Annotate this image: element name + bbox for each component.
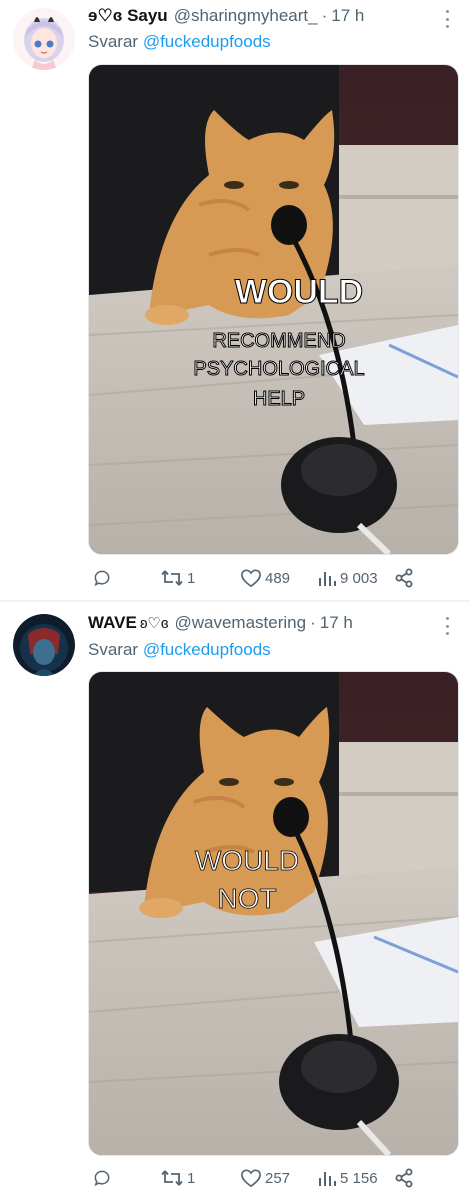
reply-icon (94, 1170, 110, 1187)
display-name[interactable]: ɘ♡ɞ Sayu (88, 6, 168, 26)
reply-prefix: Svarar (88, 32, 139, 51)
reply-prefix: Svarar (88, 640, 139, 659)
tweet-actions: 1 489 9 003 (88, 567, 418, 589)
retweet-button[interactable]: 1 (160, 1167, 195, 1189)
display-name-glyphs: ʚ♡ɞ (139, 615, 169, 632)
reply-mention[interactable]: @fuckedupfoods (143, 640, 271, 659)
views-button[interactable]: 9 003 (317, 567, 378, 589)
separator-dot: · (310, 613, 316, 632)
heart-icon (241, 569, 261, 588)
views-button[interactable]: 5 156 (317, 1167, 378, 1189)
timestamp[interactable]: 17 h (320, 613, 353, 633)
reply-context: Svarar @fuckedupfoods (88, 640, 271, 660)
user-handle[interactable]: @wavemastering (174, 613, 306, 633)
separator-dot: · (321, 6, 328, 25)
retweet-icon (161, 570, 183, 586)
views-icon (319, 1172, 336, 1186)
views-count: 9 003 (340, 569, 378, 587)
avatar[interactable] (13, 8, 75, 70)
reply-mention[interactable]: @fuckedupfoods (143, 32, 271, 51)
reply-button[interactable] (92, 1167, 115, 1189)
like-button[interactable]: 257 (240, 1167, 290, 1189)
meme-text-psychological: PSYCHOLOGICAL (193, 358, 364, 380)
more-icon[interactable] (440, 617, 454, 635)
views-count: 5 156 (340, 1169, 378, 1187)
reply-context: Svarar @fuckedupfoods (88, 32, 271, 52)
retweet-button[interactable]: 1 (160, 567, 195, 589)
share-icon (395, 1168, 413, 1188)
reply-icon (94, 570, 110, 587)
share-icon (395, 568, 413, 588)
meme-text-help: HELP (253, 388, 305, 410)
views-icon (319, 572, 336, 586)
meme-text-would: WOULD (195, 845, 299, 876)
tweet-media-image[interactable]: WOULD NOT (88, 671, 459, 1156)
tweet-header: WAVE ʚ♡ɞ @wavemastering · 17 h (88, 613, 353, 637)
timestamp[interactable]: 17 h (331, 6, 364, 26)
retweet-icon (161, 1170, 183, 1186)
display-name[interactable]: WAVE (88, 613, 137, 633)
reply-button[interactable] (92, 567, 115, 589)
tweet-divider (0, 600, 470, 602)
like-count: 489 (265, 569, 291, 587)
meme-text-not: NOT (217, 883, 276, 914)
share-button[interactable] (394, 1167, 414, 1189)
like-count: 257 (265, 1169, 291, 1187)
more-icon[interactable] (440, 10, 454, 28)
share-button[interactable] (394, 567, 414, 589)
tweet-actions: 1 257 5 156 (88, 1167, 418, 1189)
meme-text-recommend: RECOMMEND (212, 330, 345, 352)
heart-icon (241, 1169, 261, 1188)
retweet-count: 1 (187, 569, 196, 587)
tweet-header: ɘ♡ɞ Sayu @sharingmyheart_ · 17 h (88, 6, 364, 30)
user-handle[interactable]: @sharingmyheart_ (174, 6, 318, 26)
avatar[interactable] (13, 614, 75, 676)
retweet-count: 1 (187, 1169, 196, 1187)
tweet-media-image[interactable]: WOULD RECOMMEND PSYCHOLOGICAL HELP (88, 64, 459, 555)
meme-text-would: WOULD (235, 273, 363, 311)
like-button[interactable]: 489 (240, 567, 290, 589)
